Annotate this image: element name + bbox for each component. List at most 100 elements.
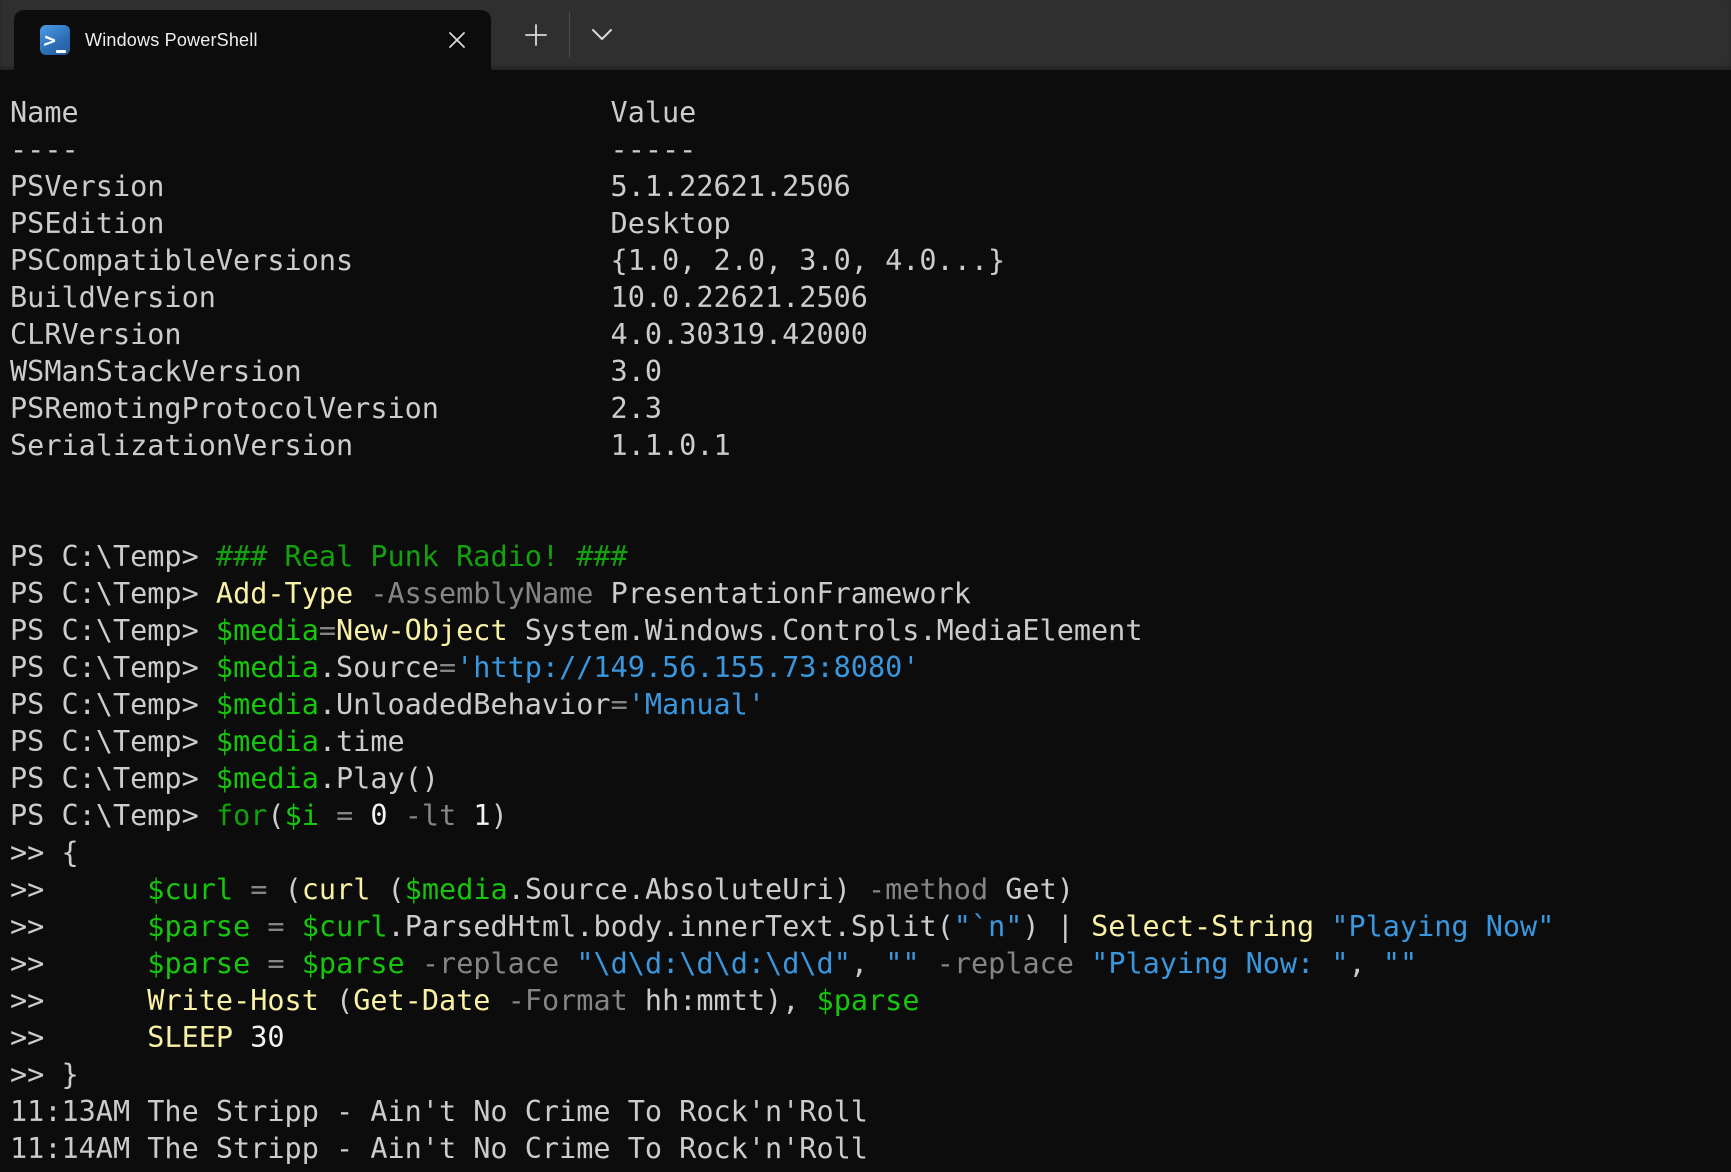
code-segment: PS C:\Temp>: [10, 577, 216, 610]
code-segment: [319, 799, 336, 832]
code-segment: "`n": [954, 910, 1023, 943]
terminal-line: PS C:\Temp> $media.Source='http://149.56…: [10, 649, 1731, 686]
code-segment: >>: [10, 1021, 147, 1054]
code-segment: ,: [851, 947, 885, 980]
terminal-line: PSVersion 5.1.22621.2506: [10, 168, 1731, 205]
code-segment: PS C:\Temp>: [10, 688, 216, 721]
code-segment: [250, 910, 267, 943]
code-segment: 'Manual': [628, 688, 765, 721]
code-segment: -replace: [937, 947, 1074, 980]
terminal-line: Name Value: [10, 94, 1731, 131]
code-segment: BuildVersion 10.0.22621.2506: [10, 281, 868, 314]
code-segment: PS C:\Temp>: [10, 762, 216, 795]
code-segment: [285, 910, 302, 943]
code-segment: PSEdition Desktop: [10, 207, 731, 240]
code-segment: PS C:\Temp>: [10, 799, 216, 832]
tab-windows-powershell[interactable]: > Windows PowerShell: [14, 10, 491, 70]
terminal-line: PS C:\Temp> for($i = 0 -lt 1): [10, 797, 1731, 834]
code-segment: ### Real Punk Radio! ###: [216, 540, 628, 573]
code-segment: $media: [216, 725, 319, 758]
code-segment: .time: [319, 725, 405, 758]
code-segment: PS C:\Temp>: [10, 540, 216, 573]
code-segment: PS C:\Temp>: [10, 651, 216, 684]
code-segment: 30: [250, 1021, 284, 1054]
code-segment: PS C:\Temp>: [10, 614, 216, 647]
code-segment: [353, 799, 370, 832]
code-segment: $curl: [147, 873, 233, 906]
terminal-line: SerializationVersion 1.1.0.1: [10, 427, 1731, 464]
code-segment: Name Value: [10, 96, 696, 129]
terminal-line: BuildVersion 10.0.22621.2506: [10, 279, 1731, 316]
code-segment: [456, 799, 473, 832]
code-segment: $parse: [817, 984, 920, 1017]
code-segment: (: [319, 984, 353, 1017]
code-segment: 0: [370, 799, 387, 832]
powershell-icon: >: [40, 25, 70, 55]
terminal-line: [10, 501, 1731, 538]
code-segment: [285, 947, 302, 980]
code-segment: $media: [216, 651, 319, 684]
code-segment: $parse: [147, 947, 250, 980]
code-segment: 1: [473, 799, 490, 832]
code-segment: =: [336, 799, 353, 832]
terminal-line: PS C:\Temp> ### Real Punk Radio! ###: [10, 538, 1731, 575]
code-segment: (: [267, 799, 284, 832]
code-segment: Get-Date: [353, 984, 490, 1017]
code-segment: $media: [216, 614, 319, 647]
code-segment: >> {: [10, 836, 79, 869]
terminal-line: >> SLEEP 30: [10, 1019, 1731, 1056]
code-segment: 'http://149.56.155.73:8080': [456, 651, 919, 684]
terminal-screen[interactable]: Name Value---- -----PSVersion 5.1.22621.…: [0, 70, 1731, 1172]
code-segment: PSRemotingProtocolVersion 2.3: [10, 392, 662, 425]
code-segment: =: [439, 651, 456, 684]
code-segment: Add-Type: [216, 577, 353, 610]
terminal-line: >> $parse = $curl.ParsedHtml.body.innerT…: [10, 908, 1731, 945]
code-segment: .Play(): [319, 762, 439, 795]
terminal-line: [10, 1167, 1731, 1172]
code-segment: -method: [868, 873, 988, 906]
close-tab-button[interactable]: [439, 22, 475, 58]
code-segment: [1314, 910, 1331, 943]
code-segment: $curl: [302, 910, 388, 943]
code-segment: =: [267, 947, 284, 980]
terminal-line: ---- -----: [10, 131, 1731, 168]
code-segment: curl: [302, 873, 371, 906]
terminal-line: PS C:\Temp> $media.UnloadedBehavior='Man…: [10, 686, 1731, 723]
code-segment: "": [885, 947, 919, 980]
code-segment: SerializationVersion 1.1.0.1: [10, 429, 731, 462]
plus-icon: [525, 24, 547, 46]
code-segment: for: [216, 799, 267, 832]
terminal-line: 11:13AM The Stripp - Ain't No Crime To R…: [10, 1093, 1731, 1130]
terminal-line: WSManStackVersion 3.0: [10, 353, 1731, 390]
terminal-line: 11:14AM The Stripp - Ain't No Crime To R…: [10, 1130, 1731, 1167]
code-segment: >>: [10, 947, 147, 980]
code-segment: CLRVersion 4.0.30319.42000: [10, 318, 868, 351]
tab-dropdown-button[interactable]: [582, 15, 622, 55]
code-segment: Select-String: [1091, 910, 1314, 943]
code-segment: =: [250, 873, 267, 906]
terminal-line: PS C:\Temp> Add-Type -AssemblyName Prese…: [10, 575, 1731, 612]
code-segment: "": [1383, 947, 1417, 980]
terminal-line: >> }: [10, 1056, 1731, 1093]
code-segment: (: [267, 873, 301, 906]
code-segment: [920, 947, 937, 980]
code-segment: "Playing Now": [1331, 910, 1554, 943]
chevron-down-icon: [591, 28, 613, 42]
code-segment: =: [267, 910, 284, 943]
code-segment: [233, 1021, 250, 1054]
code-segment: .Source: [319, 651, 439, 684]
code-segment: >> }: [10, 1058, 79, 1091]
tab-bar-separator: [569, 12, 570, 58]
code-segment: Write-Host: [147, 984, 319, 1017]
code-segment: SLEEP: [147, 1021, 233, 1054]
code-segment: ) |: [1022, 910, 1091, 943]
new-tab-button[interactable]: [516, 15, 556, 55]
code-segment: [1074, 947, 1091, 980]
tab-title: Windows PowerShell: [85, 30, 258, 51]
code-segment: New-Object: [336, 614, 508, 647]
code-segment: -AssemblyName: [370, 577, 593, 610]
terminal-line: >> $curl = (curl ($media.Source.Absolute…: [10, 871, 1731, 908]
terminal-line: PS C:\Temp> $media=New-Object System.Win…: [10, 612, 1731, 649]
code-segment: Get): [988, 873, 1074, 906]
code-segment: -lt: [405, 799, 456, 832]
